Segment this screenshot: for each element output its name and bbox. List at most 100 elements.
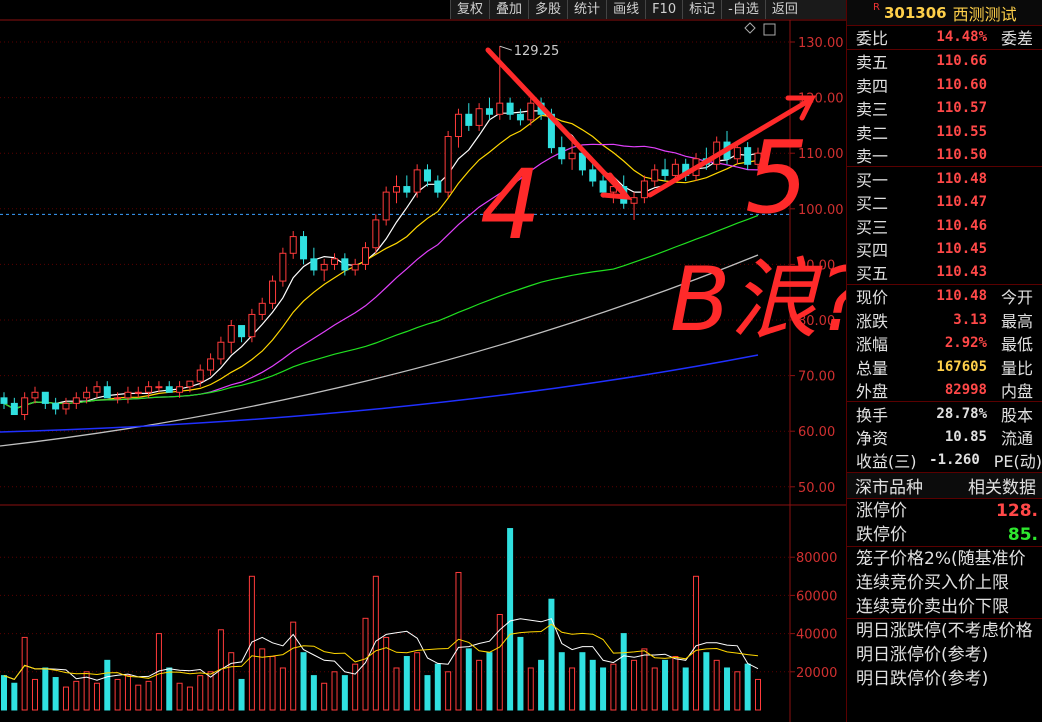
toolbar-f10-button[interactable]: F10 [645, 0, 682, 19]
stat-value: 110.48 [936, 288, 987, 305]
tomorrow-limit-row: 明日涨跌停(不考虑价格 [856, 620, 1033, 641]
candle-body [516, 113, 524, 121]
order-label: 卖四 [856, 76, 889, 96]
fin-row: 净资 10.85 流通 [847, 426, 1042, 450]
candle-body [310, 258, 318, 271]
candle-body [83, 391, 91, 399]
volume-bar [713, 659, 720, 711]
candle-body [21, 397, 29, 416]
stock-code: 301306 [883, 3, 947, 22]
kline-chart[interactable]: 130.00120.00110.00100.0090.0080.0070.006… [0, 0, 846, 722]
order-price: 110.46 [936, 217, 987, 234]
candle-body [103, 386, 111, 399]
tab-market-type[interactable]: 深市品种 [855, 473, 923, 498]
toolbar-draw-button[interactable]: 画线 [606, 0, 645, 19]
volume-bar [538, 659, 545, 711]
toolbar-remove-watchlist-button[interactable]: -自选 [721, 0, 765, 19]
candle-body [300, 236, 308, 260]
stat-row: 涨跌 3.13 最高 [847, 308, 1042, 332]
volume-bar [693, 575, 700, 711]
candle-body [475, 108, 483, 126]
stat-label: 现价 [856, 288, 889, 308]
volume-bar [610, 663, 617, 711]
candle-body [155, 386, 163, 389]
volume-bar [331, 671, 338, 711]
candle-body [114, 397, 122, 400]
stat-right-label: 最低 [1001, 335, 1034, 355]
volume-bar [393, 667, 400, 711]
order-book-row[interactable]: 卖三 110.57 [847, 97, 1042, 121]
limit-down-label: 跌停价 [856, 524, 907, 545]
volume-bar [755, 678, 761, 711]
candle-body [217, 341, 225, 360]
volume-bar [352, 663, 359, 711]
volume-bar [548, 598, 555, 711]
toolbar-fuquan-button[interactable]: 复权 [450, 0, 489, 19]
weibi-row: 委比 14.48% 委差 [847, 26, 1042, 50]
candle-body [589, 169, 597, 182]
annotation-b-wave: B浪? [670, 248, 846, 351]
volume-bar [569, 667, 576, 711]
stock-name: 西测测试 [952, 4, 1017, 24]
candle-body [630, 197, 638, 204]
order-book-row[interactable]: 买二 110.47 [847, 191, 1042, 215]
order-book-row[interactable]: 买三 110.46 [847, 214, 1042, 238]
order-label: 买二 [856, 194, 889, 214]
volume-bar [62, 686, 69, 711]
order-book-row[interactable]: 卖二 110.55 [847, 120, 1042, 144]
candle-body [165, 386, 173, 393]
tab-related-data[interactable]: 相关数据 [968, 473, 1036, 498]
stat-row: 涨幅 2.92% 最低 [847, 332, 1042, 356]
order-price: 110.60 [936, 76, 987, 93]
toolbar-overlay-button[interactable]: 叠加 [489, 0, 528, 19]
order-price: 110.43 [936, 264, 987, 281]
candle-body [72, 397, 80, 404]
price-tick-label: 60.00 [798, 425, 835, 440]
stat-value: 82998 [944, 381, 987, 398]
order-label: 卖三 [856, 100, 889, 120]
stock-header: R 301306 西测测试 [847, 0, 1042, 26]
weicha-label: 委差 [1001, 29, 1034, 49]
fin-value: -1.260 [929, 452, 980, 469]
candle-body [62, 402, 70, 410]
order-book-row[interactable]: 买五 110.43 [847, 261, 1042, 285]
candle-body [392, 186, 400, 193]
volume-bar [744, 663, 751, 711]
diamond-icon [744, 22, 756, 34]
stat-label: 外盘 [856, 381, 889, 401]
stat-right-label: 今开 [1001, 288, 1034, 308]
order-label: 卖一 [856, 146, 889, 166]
order-book-row[interactable]: 卖一 110.50 [847, 144, 1042, 167]
volume-bar [341, 675, 348, 711]
volume-bar [228, 652, 235, 711]
candle-body [227, 325, 235, 343]
order-label: 买三 [856, 217, 889, 237]
candle-body [403, 186, 411, 193]
toolbar-back-button[interactable]: 返回 [764, 0, 804, 19]
order-book-row[interactable]: 买四 110.45 [847, 238, 1042, 262]
volume-bar [176, 682, 183, 711]
volume-bar [186, 686, 193, 711]
toolbar-stats-button[interactable]: 统计 [567, 0, 606, 19]
order-price: 110.55 [936, 123, 987, 140]
volume-bar [52, 677, 59, 711]
volume-bar [662, 659, 669, 711]
volume-bar [238, 678, 245, 711]
fin-value: 28.78% [936, 405, 987, 422]
candle-body [289, 236, 297, 254]
order-label: 卖五 [856, 53, 889, 73]
candle-body [671, 163, 679, 176]
order-book-row[interactable]: 卖五 110.66 [847, 50, 1042, 74]
toolbar-multi-stock-button[interactable]: 多股 [528, 0, 567, 19]
candle-body [465, 113, 473, 126]
order-price: 110.45 [936, 241, 987, 258]
order-book-row[interactable]: 买一 110.48 [847, 167, 1042, 191]
volume-bar [445, 671, 452, 711]
candle-body [423, 169, 431, 182]
fin-label: 收益(三) [856, 452, 917, 472]
candle-body [207, 358, 215, 371]
volume-bar [11, 682, 18, 711]
order-book-row[interactable]: 卖四 110.60 [847, 73, 1042, 97]
toolbar-mark-button[interactable]: 标记 [682, 0, 721, 19]
volume-bar [589, 659, 596, 711]
